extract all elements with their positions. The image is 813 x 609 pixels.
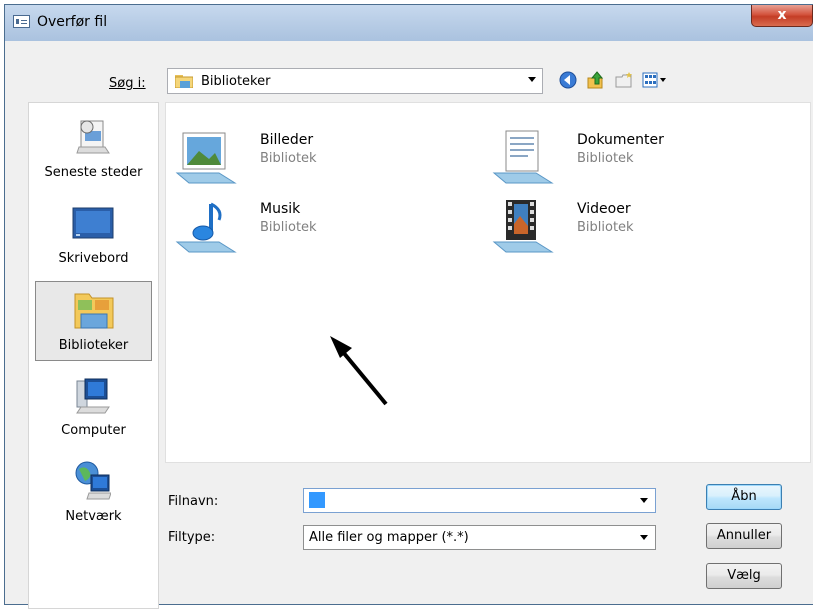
annotation-arrow-icon bbox=[330, 336, 388, 406]
